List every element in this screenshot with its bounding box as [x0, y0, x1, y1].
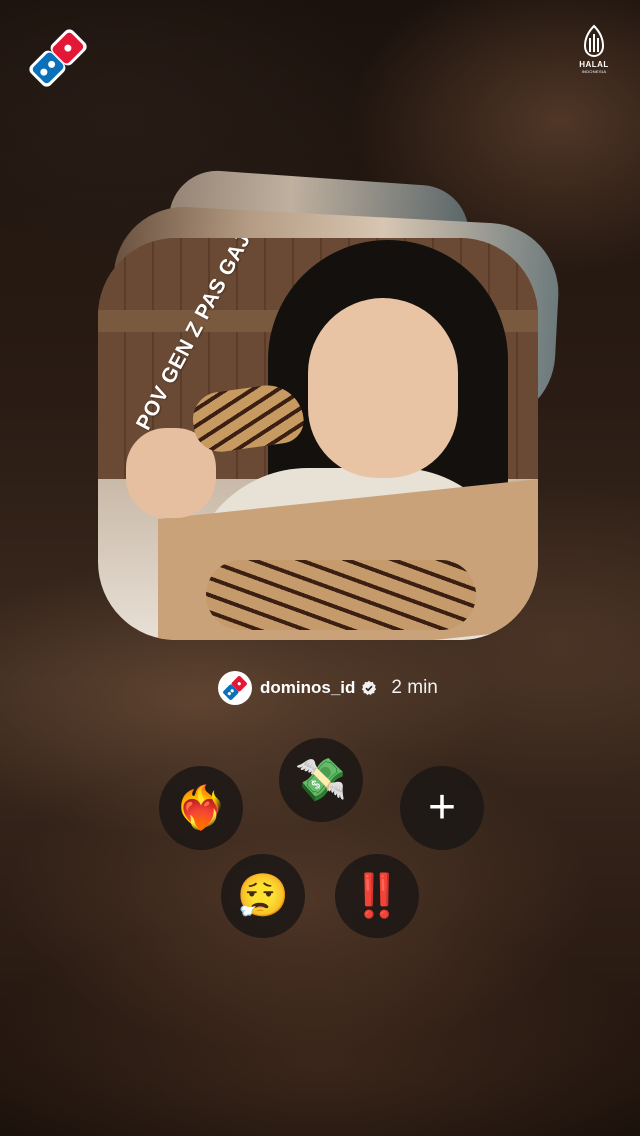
add-reaction-button[interactable]: +: [400, 766, 484, 850]
author-row[interactable]: dominos_id 2 min: [218, 670, 438, 706]
avatar[interactable]: [218, 671, 252, 705]
dominos-logo-icon: [22, 22, 94, 94]
story-photo-person-face: [308, 298, 458, 478]
reaction-double-exclamation-button[interactable]: ‼️: [335, 854, 419, 938]
halal-badge: HALAL INDONESIA: [574, 24, 614, 80]
heart-on-fire-icon: ❤️‍🔥: [174, 784, 228, 831]
halal-label: HALAL: [579, 60, 609, 69]
halal-logo-icon: [583, 24, 605, 58]
post-time: 2 min: [391, 677, 438, 698]
halal-sublabel: INDONESIA: [581, 69, 607, 74]
plus-icon: +: [427, 781, 457, 834]
double-exclamation-icon: ‼️: [350, 872, 404, 919]
reaction-money-with-wings-button[interactable]: 💸: [279, 738, 363, 822]
reaction-relieved-face-button[interactable]: 😮‍💨: [221, 854, 305, 938]
money-with-wings-icon: 💸: [294, 756, 348, 803]
story-photo-pizza: [206, 560, 476, 630]
story-card[interactable]: POV GEN Z PAS GAJIAN:: [98, 238, 538, 640]
dominos-avatar-icon: [223, 676, 247, 700]
verified-badge-icon: [362, 680, 377, 696]
relieved-face-icon: 😮‍💨: [236, 872, 290, 919]
story-viewer: HALAL INDONESIA POV GEN Z PAS GAJIAN: do…: [0, 0, 640, 1136]
reaction-heart-on-fire-button[interactable]: ❤️‍🔥: [159, 766, 243, 850]
author-username[interactable]: dominos_id: [260, 678, 355, 698]
